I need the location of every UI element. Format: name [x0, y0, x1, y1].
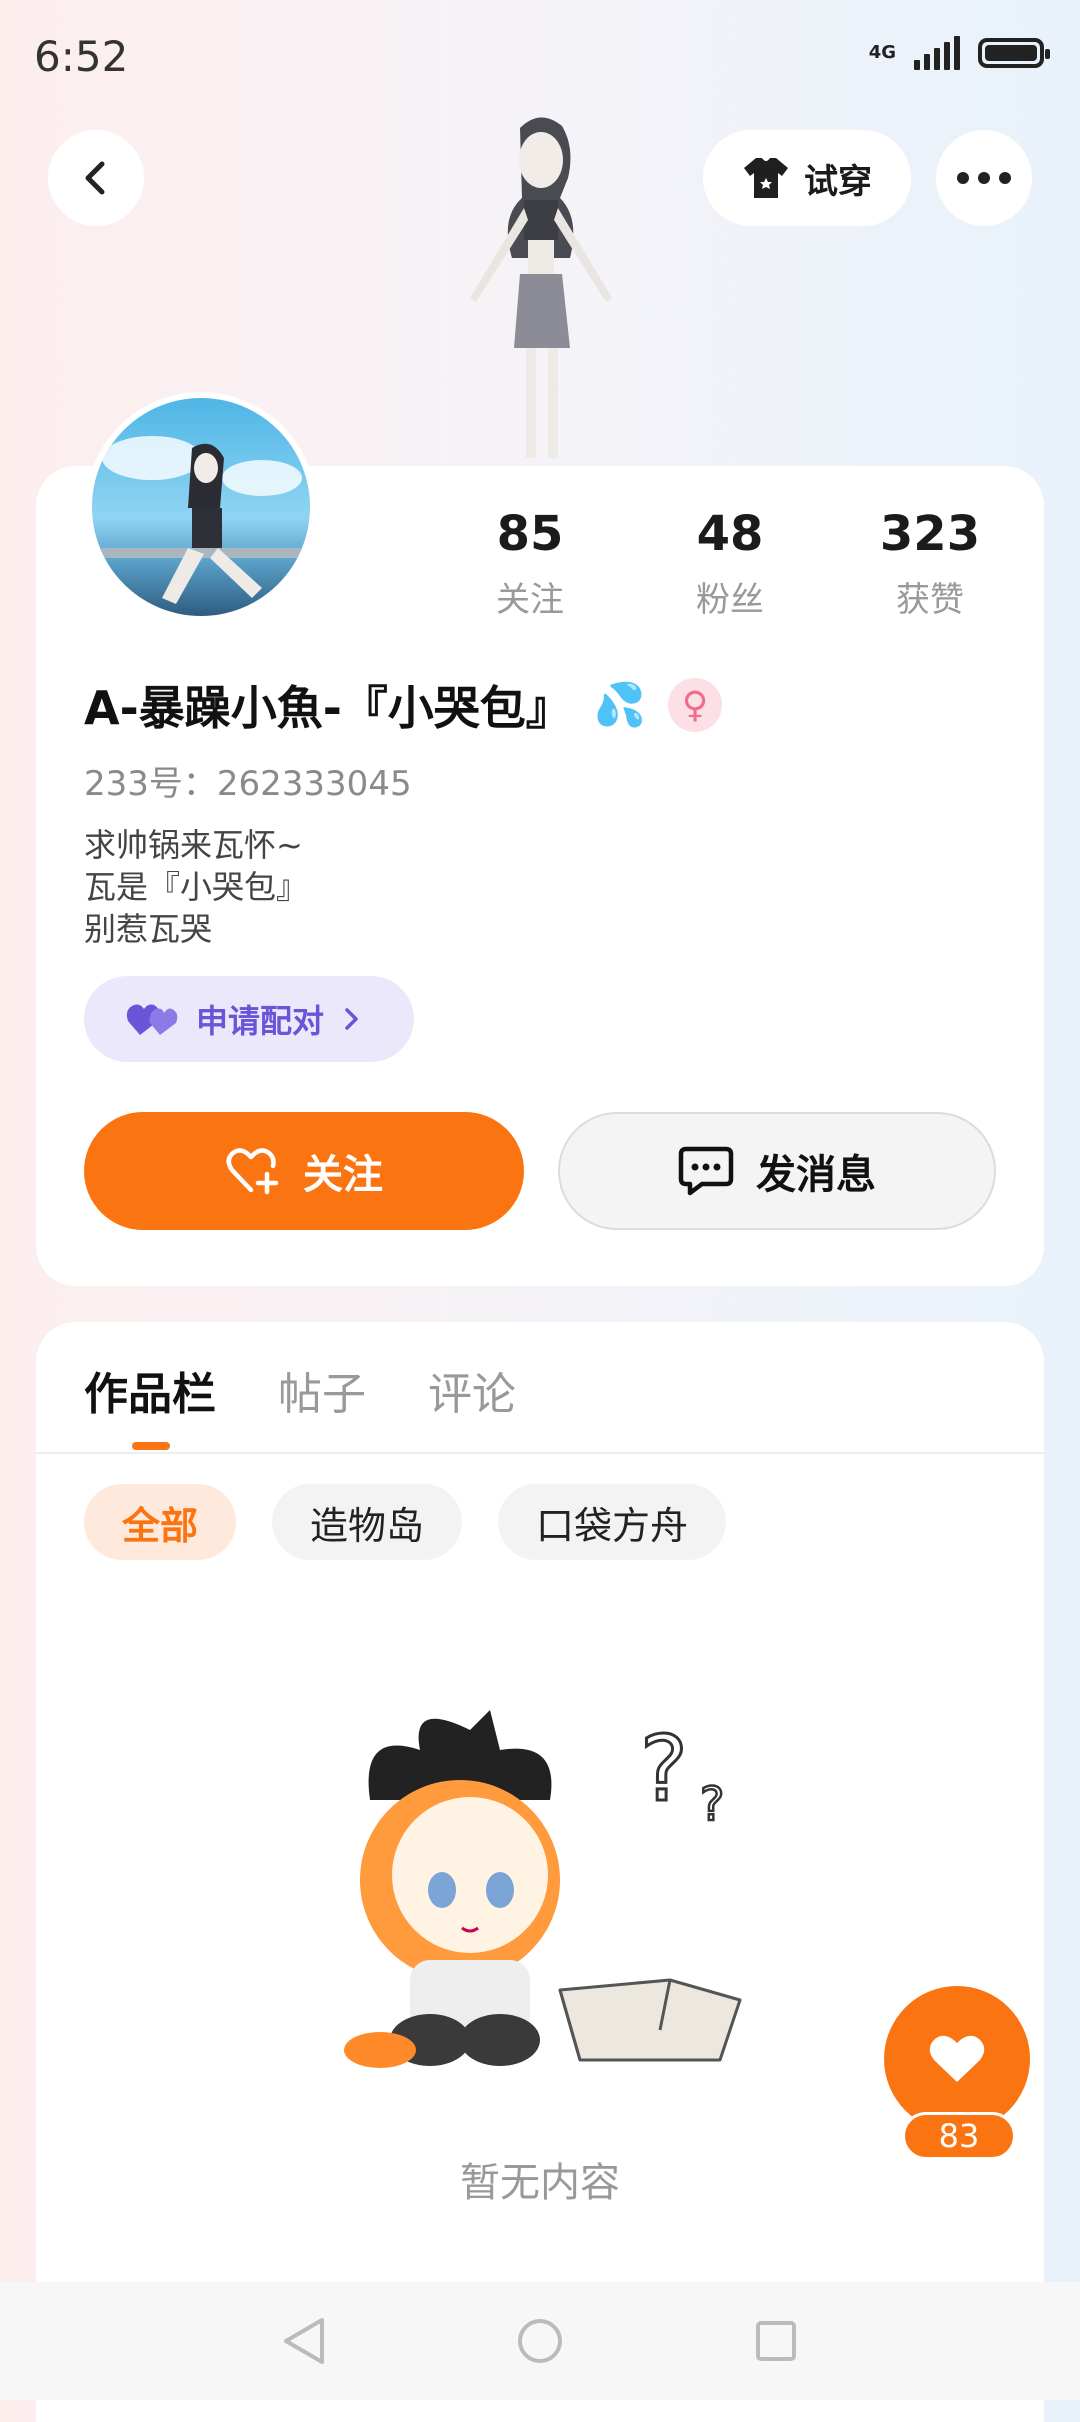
signal-icon — [914, 36, 960, 70]
filter-chips: 全部 造物岛 口袋方舟 — [84, 1484, 727, 1560]
send-message-button[interactable]: 发消息 — [558, 1112, 996, 1230]
system-nav-bar — [0, 2282, 1080, 2400]
network-type: 4G — [868, 42, 896, 63]
double-heart-icon — [126, 1004, 178, 1035]
nav-recents-icon[interactable] — [754, 2319, 798, 2363]
avatar-image — [92, 436, 310, 604]
avatar[interactable] — [86, 392, 316, 622]
follow-label: 关注 — [303, 1152, 383, 1198]
character-figure — [470, 117, 612, 458]
stat-value: 48 — [696, 506, 764, 562]
stat-label: 获赞 — [896, 580, 964, 620]
shirt-icon — [744, 158, 788, 198]
more-icon — [957, 172, 1011, 184]
tab-comments[interactable]: 评论 — [428, 1358, 516, 1422]
bio-line: 瓦是『小哭包』 — [84, 868, 309, 906]
chip-creation-island[interactable]: 造物岛 — [272, 1484, 463, 1560]
stat-value: 85 — [496, 506, 564, 562]
tab-indicator — [132, 1442, 170, 1450]
stat-label: 关注 — [496, 580, 564, 620]
try-on-button[interactable]: 试穿 — [703, 130, 911, 226]
follow-button[interactable]: 关注 — [84, 1112, 524, 1230]
chat-bubble-icon — [678, 1146, 734, 1196]
send-message-label: 发消息 — [756, 1152, 876, 1198]
nav-back-icon[interactable] — [282, 2316, 326, 2366]
droplets-emoji: 💦 — [593, 680, 647, 729]
status-icons: 4G — [868, 36, 1050, 70]
bio-line: 别惹瓦哭 — [84, 910, 213, 948]
stat-label: 粉丝 — [696, 580, 764, 620]
tab-posts[interactable]: 帖子 — [278, 1358, 366, 1422]
bio-line: 求帅锅来瓦怀~ — [84, 826, 303, 864]
tab-divider — [36, 1452, 1044, 1454]
gender-female-icon: ♀ — [668, 678, 723, 732]
battery-icon — [978, 38, 1050, 68]
try-on-label: 试穿 — [804, 161, 872, 202]
svg-text:?: ? — [640, 1717, 688, 1822]
svg-text:?: ? — [700, 1777, 724, 1831]
apply-pair-button[interactable]: 申请配对 — [84, 976, 414, 1062]
tab-works[interactable]: 作品栏 — [84, 1358, 216, 1422]
heart-plus-icon — [226, 1148, 279, 1195]
back-button[interactable] — [48, 130, 144, 226]
user-name: A-暴躁小魚-『小哭包』 — [84, 681, 572, 735]
like-count: 83 — [902, 2112, 1016, 2160]
chip-pocket-ark[interactable]: 口袋方舟 — [498, 1484, 727, 1560]
heart-icon — [929, 2035, 985, 2082]
status-time: 6:52 — [34, 32, 129, 81]
like-button[interactable] — [884, 1986, 1030, 2132]
chip-all[interactable]: 全部 — [84, 1484, 237, 1560]
empty-state-illustration: ? ? — [344, 1710, 742, 2068]
chevron-right-icon — [345, 1008, 358, 1030]
stat-followers[interactable]: 48 粉丝 — [650, 506, 810, 621]
chevron-left-icon — [85, 161, 105, 195]
nav-home-icon[interactable] — [516, 2317, 564, 2365]
more-button[interactable] — [936, 130, 1032, 226]
user-id: 233号：262333045 — [84, 764, 412, 804]
content-tabs: 作品栏 帖子 评论 — [84, 1358, 516, 1422]
stat-likes[interactable]: 323 获赞 — [850, 506, 1010, 621]
profile-stats: 85 关注 48 粉丝 323 获赞 — [450, 506, 1010, 621]
name-row: A-暴躁小魚-『小哭包』 💦 ♀ — [84, 672, 723, 738]
stat-value: 323 — [879, 506, 981, 562]
user-bio: 求帅锅来瓦怀~ 瓦是『小哭包』 别惹瓦哭 — [84, 824, 308, 950]
stat-following[interactable]: 85 关注 — [450, 506, 610, 621]
apply-pair-label: 申请配对 — [196, 1002, 325, 1040]
